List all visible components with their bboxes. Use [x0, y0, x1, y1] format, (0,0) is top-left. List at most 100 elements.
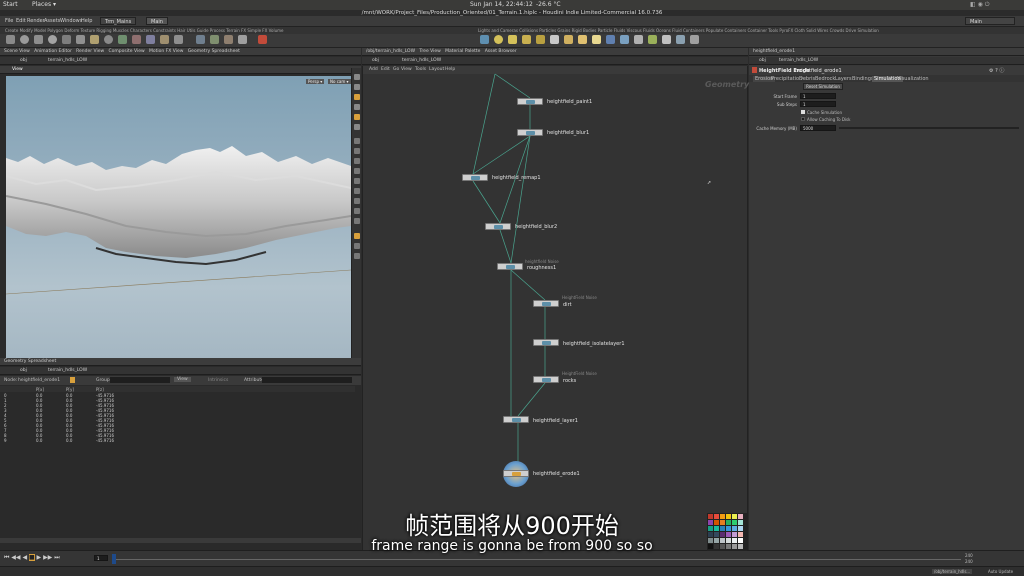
path-tool-icon[interactable]	[146, 35, 155, 44]
node-rocks[interactable]	[533, 376, 559, 383]
wireframe-display-icon[interactable]	[354, 168, 360, 174]
cache-simulation-checkbox[interactable]	[801, 110, 805, 114]
tray-icons[interactable]: ◧ ◉ ⏻	[970, 1, 989, 9]
select-tool-icon[interactable]	[354, 74, 360, 80]
template-display-icon[interactable]	[354, 208, 360, 214]
safe-area-icon[interactable]	[354, 253, 360, 259]
spray-paint-tool-icon[interactable]	[160, 35, 169, 44]
null-tool-icon[interactable]	[76, 35, 85, 44]
metaball-tool-icon[interactable]	[224, 35, 233, 44]
reset-simulation-button[interactable]: Reset Simulation	[803, 83, 843, 90]
param-pane-tabs[interactable]: heightfield_erode1	[749, 48, 1024, 56]
allow-caching-checkbox[interactable]	[801, 117, 805, 121]
pose-tool-icon[interactable]	[354, 104, 360, 110]
3d-viewport[interactable]: Persp ▾ No cam ▾	[6, 76, 351, 358]
menu-windows[interactable]: Windows	[60, 18, 82, 24]
playback-controls[interactable]: ⏮ ◀◀ ◀ ■ ▶ ▶▶ ⏭	[4, 554, 94, 563]
tab-bindings[interactable]: Bindings	[852, 76, 874, 82]
caustic-light-icon[interactable]	[620, 35, 629, 44]
desktop-tab-main[interactable]: Main	[146, 17, 168, 25]
viewport-path[interactable]: obj	[20, 58, 27, 63]
draw-curve-tool-icon[interactable]	[132, 35, 141, 44]
switcher-icon[interactable]	[690, 35, 699, 44]
sky-light-icon[interactable]	[592, 35, 601, 44]
node-heightfield-layer1[interactable]	[503, 416, 529, 423]
point-display-icon[interactable]	[354, 138, 360, 144]
column-pz[interactable]: P[z]	[96, 387, 104, 392]
node-dirt[interactable]	[533, 300, 559, 307]
status-path[interactable]: /obj/terrain_hdls...	[932, 569, 973, 574]
auto-update-menu[interactable]: Auto Update	[988, 569, 1013, 574]
ambient-light-icon[interactable]	[648, 35, 657, 44]
file-tool-icon[interactable]	[238, 35, 247, 44]
handle-tool-icon[interactable]	[354, 94, 360, 100]
transform-tool-icon[interactable]	[354, 84, 360, 90]
cache-memory-slider[interactable]	[839, 127, 1019, 129]
column-py[interactable]: P[y]	[66, 387, 74, 392]
shading-display-icon[interactable]	[354, 178, 360, 184]
spot-tool-icon[interactable]	[258, 35, 267, 44]
spreadsheet-tab[interactable]: Geometry Spreadsheet	[0, 358, 361, 366]
tab-bedrock[interactable]: Bedrock	[815, 76, 835, 82]
xray-display-icon[interactable]	[354, 218, 360, 224]
tube-tool-icon[interactable]	[34, 35, 43, 44]
param-node-path[interactable]: terrain_hdls_LOW	[779, 58, 818, 63]
current-frame-field[interactable]: 1	[94, 555, 108, 561]
network-path[interactable]: obj	[372, 58, 379, 63]
cache-memory-field[interactable]: 5000	[800, 125, 836, 131]
menu-help[interactable]: Help	[81, 18, 92, 24]
node-heightfield-remap1[interactable]	[462, 174, 488, 181]
pin-icon[interactable]	[70, 377, 75, 383]
sub-steps-field[interactable]: 1	[800, 101, 836, 107]
param-path[interactable]: obj	[759, 58, 766, 63]
param-header-icons[interactable]: ⚙ ? ⓘ	[989, 67, 1004, 74]
point-light-icon[interactable]	[494, 35, 503, 44]
stereo-camera-icon[interactable]	[662, 35, 671, 44]
curve-tool-icon[interactable]	[118, 35, 127, 44]
line-tool-icon[interactable]	[90, 35, 99, 44]
view-menu[interactable]: View	[174, 377, 191, 382]
node-heightfield-isolatelayer1[interactable]	[533, 339, 559, 346]
camera-tool-icon[interactable]	[480, 35, 489, 44]
intrinsics-toggle[interactable]: Intrinsics	[208, 378, 228, 383]
camera-menu[interactable]: No cam ▾	[328, 79, 351, 84]
desktop-tab-trm-mains[interactable]: Trm_Mains	[100, 17, 137, 25]
grid-display-icon[interactable]	[354, 158, 360, 164]
node-heightfield-blur1[interactable]	[517, 129, 543, 136]
column-px[interactable]: P[x]	[36, 387, 44, 392]
sphere-tool-icon[interactable]	[20, 35, 29, 44]
node-heightfield-paint1[interactable]	[517, 98, 543, 105]
menu-file[interactable]: File	[5, 18, 13, 24]
lsystem-tool-icon[interactable]	[210, 35, 219, 44]
persp-menu[interactable]: Persp ▾	[306, 79, 325, 84]
desktop-selector[interactable]: Main	[965, 17, 1015, 25]
lighting-display-icon[interactable]	[354, 188, 360, 194]
time-slider[interactable]	[116, 559, 961, 560]
network-node[interactable]: terrain_hdls_LOW	[402, 58, 441, 63]
spot-light-icon[interactable]	[508, 35, 517, 44]
node-heightfield-blur2[interactable]	[485, 223, 511, 230]
menu-render[interactable]: Render	[27, 18, 45, 24]
network-editor[interactable]: Add Edit Go View Tools Layout Help Geome…	[362, 66, 749, 550]
distant-light-icon[interactable]	[564, 35, 573, 44]
font-tool-icon[interactable]	[174, 35, 183, 44]
camera-lock-icon[interactable]	[354, 243, 360, 249]
platonic-tool-icon[interactable]	[196, 35, 205, 44]
network-pane-tabs[interactable]: /obj/terrain_hdls_LOW Tree View Material…	[362, 48, 748, 56]
end-frame-2[interactable]: 240	[965, 559, 973, 564]
start-frame-field[interactable]: 1	[800, 93, 836, 99]
table-row[interactable]: 9 0.0 0.0 -45.9716	[2, 438, 352, 443]
tab-visualization[interactable]: Visualization	[897, 76, 929, 82]
start-menu[interactable]: Start	[3, 1, 18, 8]
attributes-field[interactable]	[262, 377, 352, 383]
normal-display-icon[interactable]	[354, 148, 360, 154]
grid-tool-icon[interactable]	[62, 35, 71, 44]
node-erode1-body[interactable]	[503, 470, 529, 477]
shelf-tabs[interactable]: Create Modify Model Polygon Deform Textu…	[0, 27, 1024, 34]
geometry-light-icon[interactable]	[536, 35, 545, 44]
viewport-node[interactable]: terrain_hdls_LOW	[48, 58, 87, 63]
tab-layers[interactable]: Layers	[835, 76, 852, 82]
viewport-pane-tabs[interactable]: Scene View Animation Editor Render View …	[0, 48, 361, 56]
circle-tool-icon[interactable]	[104, 35, 113, 44]
background-display-icon[interactable]	[354, 233, 360, 239]
